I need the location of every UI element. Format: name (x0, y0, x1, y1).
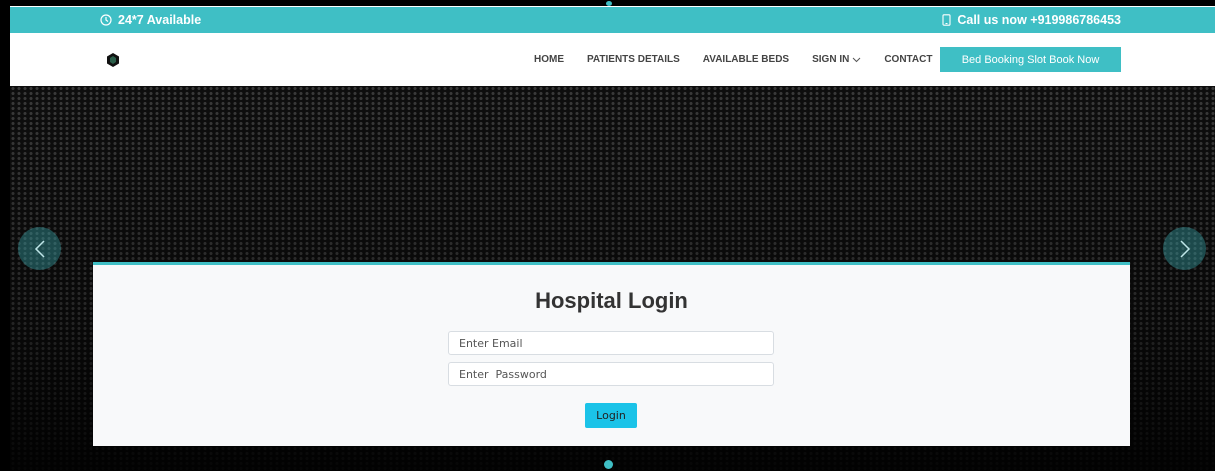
chevron-right-icon (1179, 239, 1190, 258)
left-edge (0, 0, 10, 471)
nav-contact-label: CONTACT (884, 54, 933, 65)
nav-patients-details-label: PATIENTS DETAILS (587, 54, 680, 65)
carousel-prev-button[interactable] (18, 227, 61, 270)
logo-icon[interactable] (106, 53, 120, 67)
topbar: 24*7 Available Call us now +919986786453 (10, 7, 1215, 33)
chevron-left-icon (34, 239, 45, 258)
nav-item-home[interactable]: HOME (534, 54, 564, 65)
top-edge-dot (606, 1, 612, 6)
carousel-next-button[interactable] (1163, 227, 1206, 270)
nav-sign-in-label: SIGN IN (812, 54, 850, 65)
nav-home-label: HOME (534, 54, 564, 65)
top-edge (0, 0, 1215, 7)
login-button[interactable]: Login (585, 403, 637, 428)
availability: 24*7 Available (100, 13, 201, 27)
navbar: HOME PATIENTS DETAILS AVAILABLE BEDS SIG… (10, 33, 1215, 86)
chevron-down-icon (852, 57, 861, 62)
nav-item-available-beds[interactable]: AVAILABLE BEDS (703, 54, 789, 65)
login-card: Hospital Login Login (93, 262, 1130, 446)
nav-item-patients-details[interactable]: PATIENTS DETAILS (587, 54, 680, 65)
nav-available-beds-label: AVAILABLE BEDS (702, 54, 790, 65)
email-input[interactable] (448, 331, 774, 355)
page: 24*7 Available Call us now +919986786453… (0, 0, 1215, 471)
mobile-phone-icon (942, 14, 951, 26)
main-nav: HOME PATIENTS DETAILS AVAILABLE BEDS SIG… (534, 54, 955, 65)
password-input[interactable] (448, 362, 774, 386)
availability-text: 24*7 Available (118, 13, 202, 27)
bed-booking-button[interactable]: Bed Booking Slot Book Now (940, 47, 1121, 72)
clock-icon (100, 14, 112, 26)
nav-item-contact[interactable]: CONTACT (884, 54, 932, 65)
phone-contact[interactable]: Call us now +919986786453 (942, 13, 1121, 27)
carousel-indicator[interactable] (604, 460, 613, 469)
phone-text: Call us now +919986786453 (957, 13, 1121, 27)
login-title: Hospital Login (535, 288, 688, 313)
nav-item-sign-in[interactable]: SIGN IN (812, 54, 861, 65)
